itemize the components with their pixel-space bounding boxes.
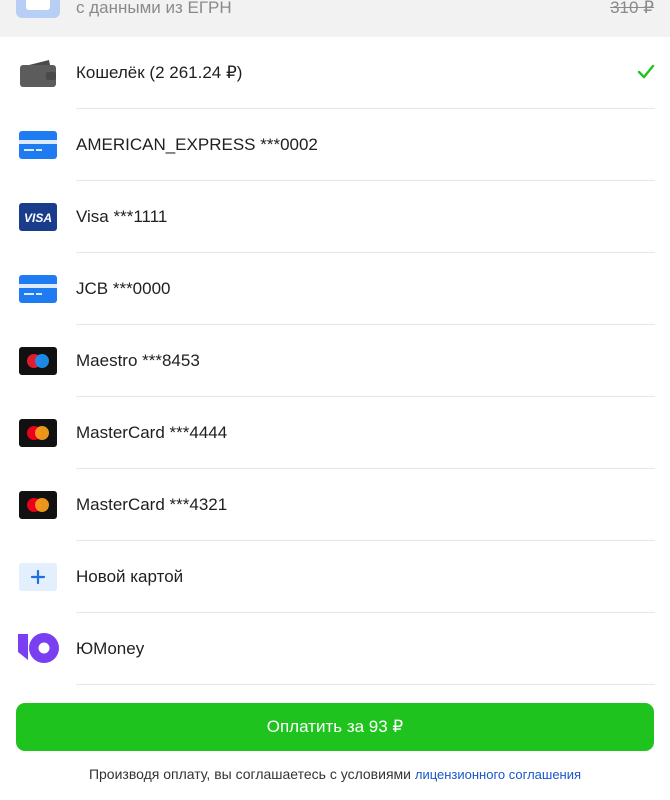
payment-method-label: MasterCard ***4321 — [76, 495, 228, 514]
payment-method-amex[interactable]: AMERICAN_EXPRESS ***0002 — [0, 109, 670, 181]
legal-notice: Производя оплату, вы соглашаетесь с усло… — [0, 766, 670, 782]
document-icon — [16, 0, 60, 18]
payment-method-wallet[interactable]: Кошелёк (2 261.24 ₽) — [0, 37, 670, 109]
payment-methods-list: Кошелёк (2 261.24 ₽) AMERICAN_EXPRESS **… — [0, 37, 670, 685]
visa-icon: VISA — [19, 203, 57, 231]
payment-method-label: MasterCard ***4444 — [76, 423, 228, 442]
payment-method-maestro[interactable]: Maestro ***8453 — [0, 325, 670, 397]
payment-method-label: Visa ***1111 — [76, 207, 168, 226]
visa-logo-text: VISA — [24, 211, 52, 225]
yoomoney-icon — [18, 633, 59, 663]
legal-text: Производя оплату, вы соглашаетесь с усло… — [88, 766, 411, 782]
payment-method-visa[interactable]: VISA Visa ***1111 — [0, 181, 670, 253]
card-icon — [19, 275, 57, 303]
payment-method-jcb[interactable]: JCB ***0000 — [0, 253, 670, 325]
payment-method-yoomoney[interactable]: ЮMoney — [0, 613, 670, 685]
payment-method-label: Кошелёк (2 261.24 ₽) — [76, 63, 243, 82]
payment-method-label: AMERICAN_EXPRESS ***0002 — [76, 135, 318, 154]
payment-method-label: JCB ***0000 — [76, 279, 171, 298]
wallet-icon — [20, 60, 56, 87]
maestro-icon — [19, 347, 57, 375]
payment-method-label: Maestro ***8453 — [76, 351, 200, 370]
payment-method-label: Новой картой — [76, 567, 184, 586]
mastercard-icon — [19, 419, 57, 447]
card-icon — [19, 131, 57, 159]
previous-item-row: с данными из ЕГРН 310 ₽ — [0, 0, 670, 37]
mastercard-icon — [19, 491, 57, 519]
license-agreement-link[interactable]: лицензионного соглашения — [415, 767, 581, 782]
checkmark-icon — [637, 64, 655, 79]
previous-item-text: с данными из ЕГРН — [76, 0, 232, 17]
divider — [76, 684, 655, 685]
payment-method-label: ЮMoney — [76, 639, 145, 658]
pay-button[interactable]: Оплатить за 93 ₽ — [16, 703, 654, 751]
old-price: 310 ₽ — [610, 0, 654, 17]
plus-icon — [19, 563, 57, 591]
payment-method-mastercard-4444[interactable]: MasterCard ***4444 — [0, 397, 670, 469]
payment-method-mastercard-4321[interactable]: MasterCard ***4321 — [0, 469, 670, 541]
payment-method-new-card[interactable]: Новой картой — [0, 541, 670, 613]
